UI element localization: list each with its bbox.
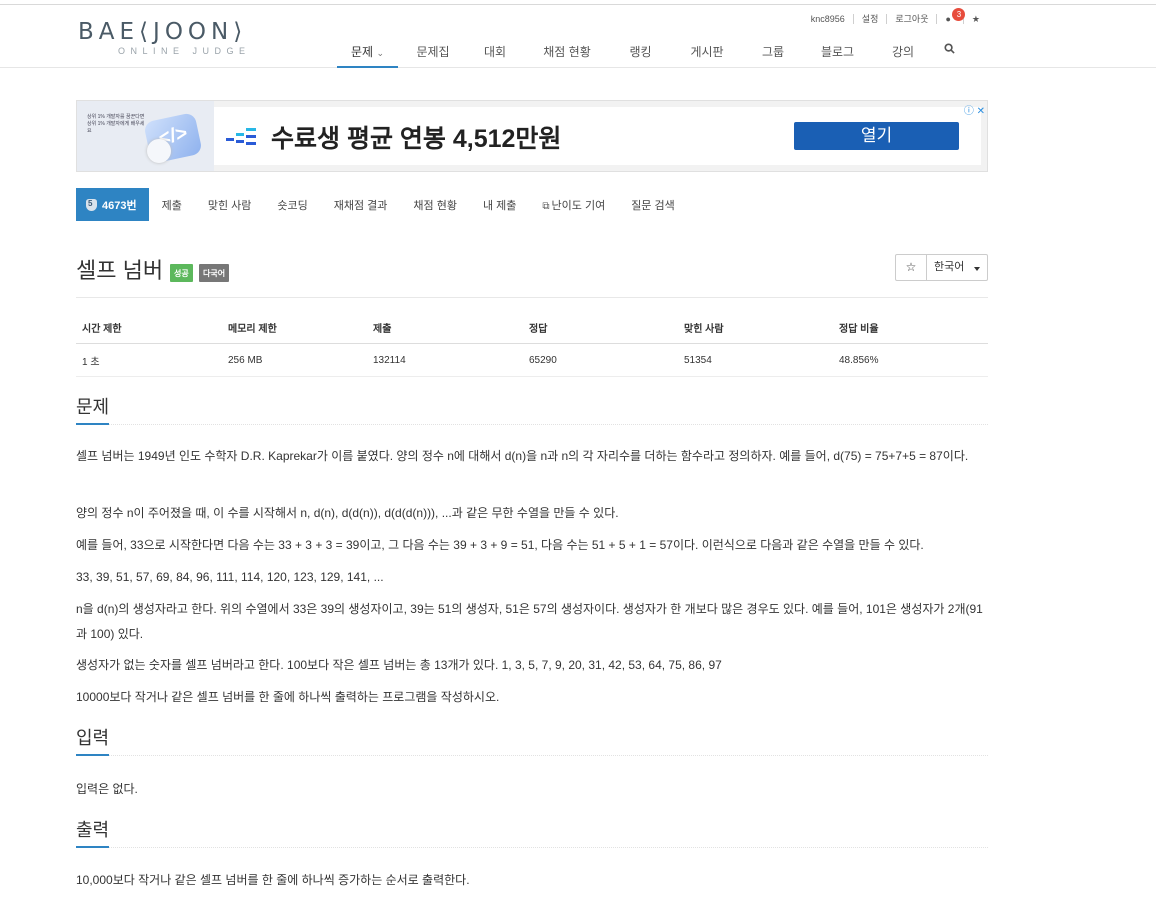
ad-ball-graphic bbox=[147, 139, 171, 163]
nav-item-ranking[interactable]: 랭킹 bbox=[612, 40, 669, 68]
ad-open-button[interactable]: 열기 bbox=[794, 122, 959, 150]
table-cell: 132114 bbox=[367, 343, 523, 377]
nav-item-group[interactable]: 그룹 bbox=[745, 40, 801, 68]
ad-thumb-text: 상위 1% 개발자를 꿈꾼다면 상위 1% 개발자에게 배우세요 bbox=[87, 114, 145, 134]
problem-number: 4673번 bbox=[102, 199, 137, 212]
table-cell: 256 MB bbox=[222, 343, 367, 377]
problem-paragraph: n을 d(n)의 생성자라고 한다. 위의 수열에서 33은 39의 생성자이고… bbox=[76, 602, 983, 641]
problem-info-table: 시간 제한 메모리 제한 제출 정답 맞힌 사람 정답 비율 1 초 256 M… bbox=[76, 313, 988, 377]
tab-difficulty-contrib[interactable]: ⧉ 난이도 기여 bbox=[529, 197, 618, 213]
ad-info-close-icon[interactable]: ⓘ ✕ bbox=[964, 102, 985, 117]
tab-short-coding[interactable]: 숏코딩 bbox=[264, 197, 320, 213]
notifications-button[interactable]: ● 3 bbox=[936, 8, 966, 24]
problem-title-row: 셀프 넘버 성공 다국어 ☆ 한국어 bbox=[76, 253, 988, 298]
caret-down-icon bbox=[974, 267, 980, 271]
problem-paragraph: 양의 정수 n이 주어졌을 때, 이 수를 시작해서 n, d(n), d(d(… bbox=[76, 506, 619, 520]
star-button[interactable]: ☆ bbox=[895, 254, 927, 281]
table-header: 맞힌 사람 bbox=[678, 313, 833, 344]
settings-link[interactable]: 설정 bbox=[852, 14, 887, 24]
tab-solved-users[interactable]: 맞힌 사람 bbox=[195, 197, 265, 213]
logo-subtitle: ONLINE JUDGE bbox=[118, 46, 251, 56]
output-section-header: 출력 bbox=[76, 820, 988, 848]
output-heading: 출력 bbox=[76, 820, 110, 848]
language-dropdown[interactable]: 한국어 bbox=[927, 254, 988, 281]
problem-section-header: 문제 bbox=[76, 397, 988, 425]
favorites-star-icon[interactable]: ★ bbox=[962, 14, 988, 24]
table-cell: 1 초 bbox=[76, 343, 222, 377]
nav-item-status[interactable]: 채점 현황 bbox=[522, 40, 612, 68]
problem-paragraph: 생성자가 없는 숫자를 셀프 넘버라고 한다. 100보다 작은 셀프 넘버는 … bbox=[76, 658, 722, 672]
ad-headline: 수료생 평균 연봉 4,512만원 bbox=[271, 125, 562, 153]
table-header: 시간 제한 bbox=[76, 313, 222, 344]
table-cell: 65290 bbox=[523, 343, 678, 377]
tab-status[interactable]: 채점 현황 bbox=[400, 197, 470, 213]
problem-paragraph: 셀프 넘버는 1949년 인도 수학자 D.R. Kaprekar가 이름 붙였… bbox=[76, 449, 969, 463]
tab-question-search[interactable]: 질문 검색 bbox=[618, 197, 688, 213]
nav-item-board[interactable]: 게시판 bbox=[669, 40, 745, 68]
title-actions: ☆ 한국어 bbox=[895, 254, 988, 281]
problem-heading: 문제 bbox=[76, 397, 110, 425]
input-heading: 입력 bbox=[76, 728, 110, 756]
search-icon[interactable] bbox=[932, 40, 966, 68]
multilang-label: 다국어 bbox=[199, 264, 230, 282]
output-text: 10,000보다 작거나 같은 셀프 넘버를 한 줄에 하나씩 증가하는 순서로… bbox=[76, 873, 470, 887]
ad-logo-icon bbox=[226, 126, 258, 150]
ad-banner[interactable]: 상위 1% 개발자를 꿈꾼다면 상위 1% 개발자에게 배우세요 </> 수료생… bbox=[76, 100, 988, 172]
globe-icon: ● 3 bbox=[945, 8, 966, 24]
input-section-header: 입력 bbox=[76, 728, 988, 756]
table-cell: 51354 bbox=[678, 343, 833, 377]
problem-number-tab[interactable]: 5 4673번 bbox=[76, 188, 149, 221]
problem-paragraph: 10000보다 작거나 같은 셀프 넘버를 한 줄에 하나씩 출력하는 프로그램… bbox=[76, 690, 500, 704]
main-nav: 문제 ⌄ 문제집 대회 채점 현황 랭킹 게시판 그룹 블로그 강의 bbox=[337, 40, 966, 68]
table-header: 정답 비율 bbox=[833, 313, 988, 344]
external-link-icon: ⧉ bbox=[542, 200, 550, 212]
table-header-row: 시간 제한 메모리 제한 제출 정답 맞힌 사람 정답 비율 bbox=[76, 313, 988, 344]
logo-wordmark: BAE⟨JOON⟩ bbox=[78, 19, 248, 45]
ad-content: 수료생 평균 연봉 4,512만원 열기 bbox=[214, 107, 981, 165]
user-bar: knc8956 설정 로그아웃 ● 3 ★ bbox=[803, 8, 988, 24]
table-cell: 48.856% bbox=[833, 343, 988, 377]
tab-my-submissions[interactable]: 내 제출 bbox=[470, 197, 529, 213]
ad-thumbnail: 상위 1% 개발자를 꿈꾼다면 상위 1% 개발자에게 배우세요 </> bbox=[77, 101, 214, 171]
site-header: BAE⟨JOON⟩ ONLINE JUDGE knc8956 설정 로그아웃 ●… bbox=[0, 5, 1156, 68]
problem-title: 셀프 넘버 bbox=[76, 258, 164, 283]
problem-subnav: 5 4673번 제출 맞힌 사람 숏코딩 재채점 결과 채점 현황 내 제출 ⧉… bbox=[76, 188, 688, 221]
input-text: 입력은 없다. bbox=[76, 782, 138, 796]
tier-icon: 5 bbox=[86, 198, 97, 211]
table-header: 메모리 제한 bbox=[222, 313, 367, 344]
username-link[interactable]: knc8956 bbox=[803, 14, 853, 24]
nav-item-workbook[interactable]: 문제집 bbox=[398, 40, 468, 68]
tab-rejudge-results[interactable]: 재채점 결과 bbox=[321, 197, 401, 213]
nav-item-contest[interactable]: 대회 bbox=[468, 40, 522, 68]
logout-link[interactable]: 로그아웃 bbox=[886, 14, 936, 24]
success-label: 성공 bbox=[170, 264, 193, 282]
problem-paragraph: 예를 들어, 33으로 시작한다면 다음 수는 33 + 3 + 3 = 39이… bbox=[76, 538, 924, 552]
site-logo[interactable]: BAE⟨JOON⟩ ONLINE JUDGE bbox=[78, 19, 251, 56]
table-header: 제출 bbox=[367, 313, 523, 344]
tab-submit[interactable]: 제출 bbox=[149, 197, 195, 213]
table-header: 정답 bbox=[523, 313, 678, 344]
nav-item-lecture[interactable]: 강의 bbox=[874, 40, 932, 68]
nav-item-problems[interactable]: 문제 ⌄ bbox=[337, 40, 398, 68]
problem-paragraph: 33, 39, 51, 57, 69, 84, 96, 111, 114, 12… bbox=[76, 570, 384, 584]
table-row: 1 초 256 MB 132114 65290 51354 48.856% bbox=[76, 343, 988, 377]
nav-item-blog[interactable]: 블로그 bbox=[801, 40, 874, 68]
chevron-down-icon: ⌄ bbox=[376, 48, 384, 58]
